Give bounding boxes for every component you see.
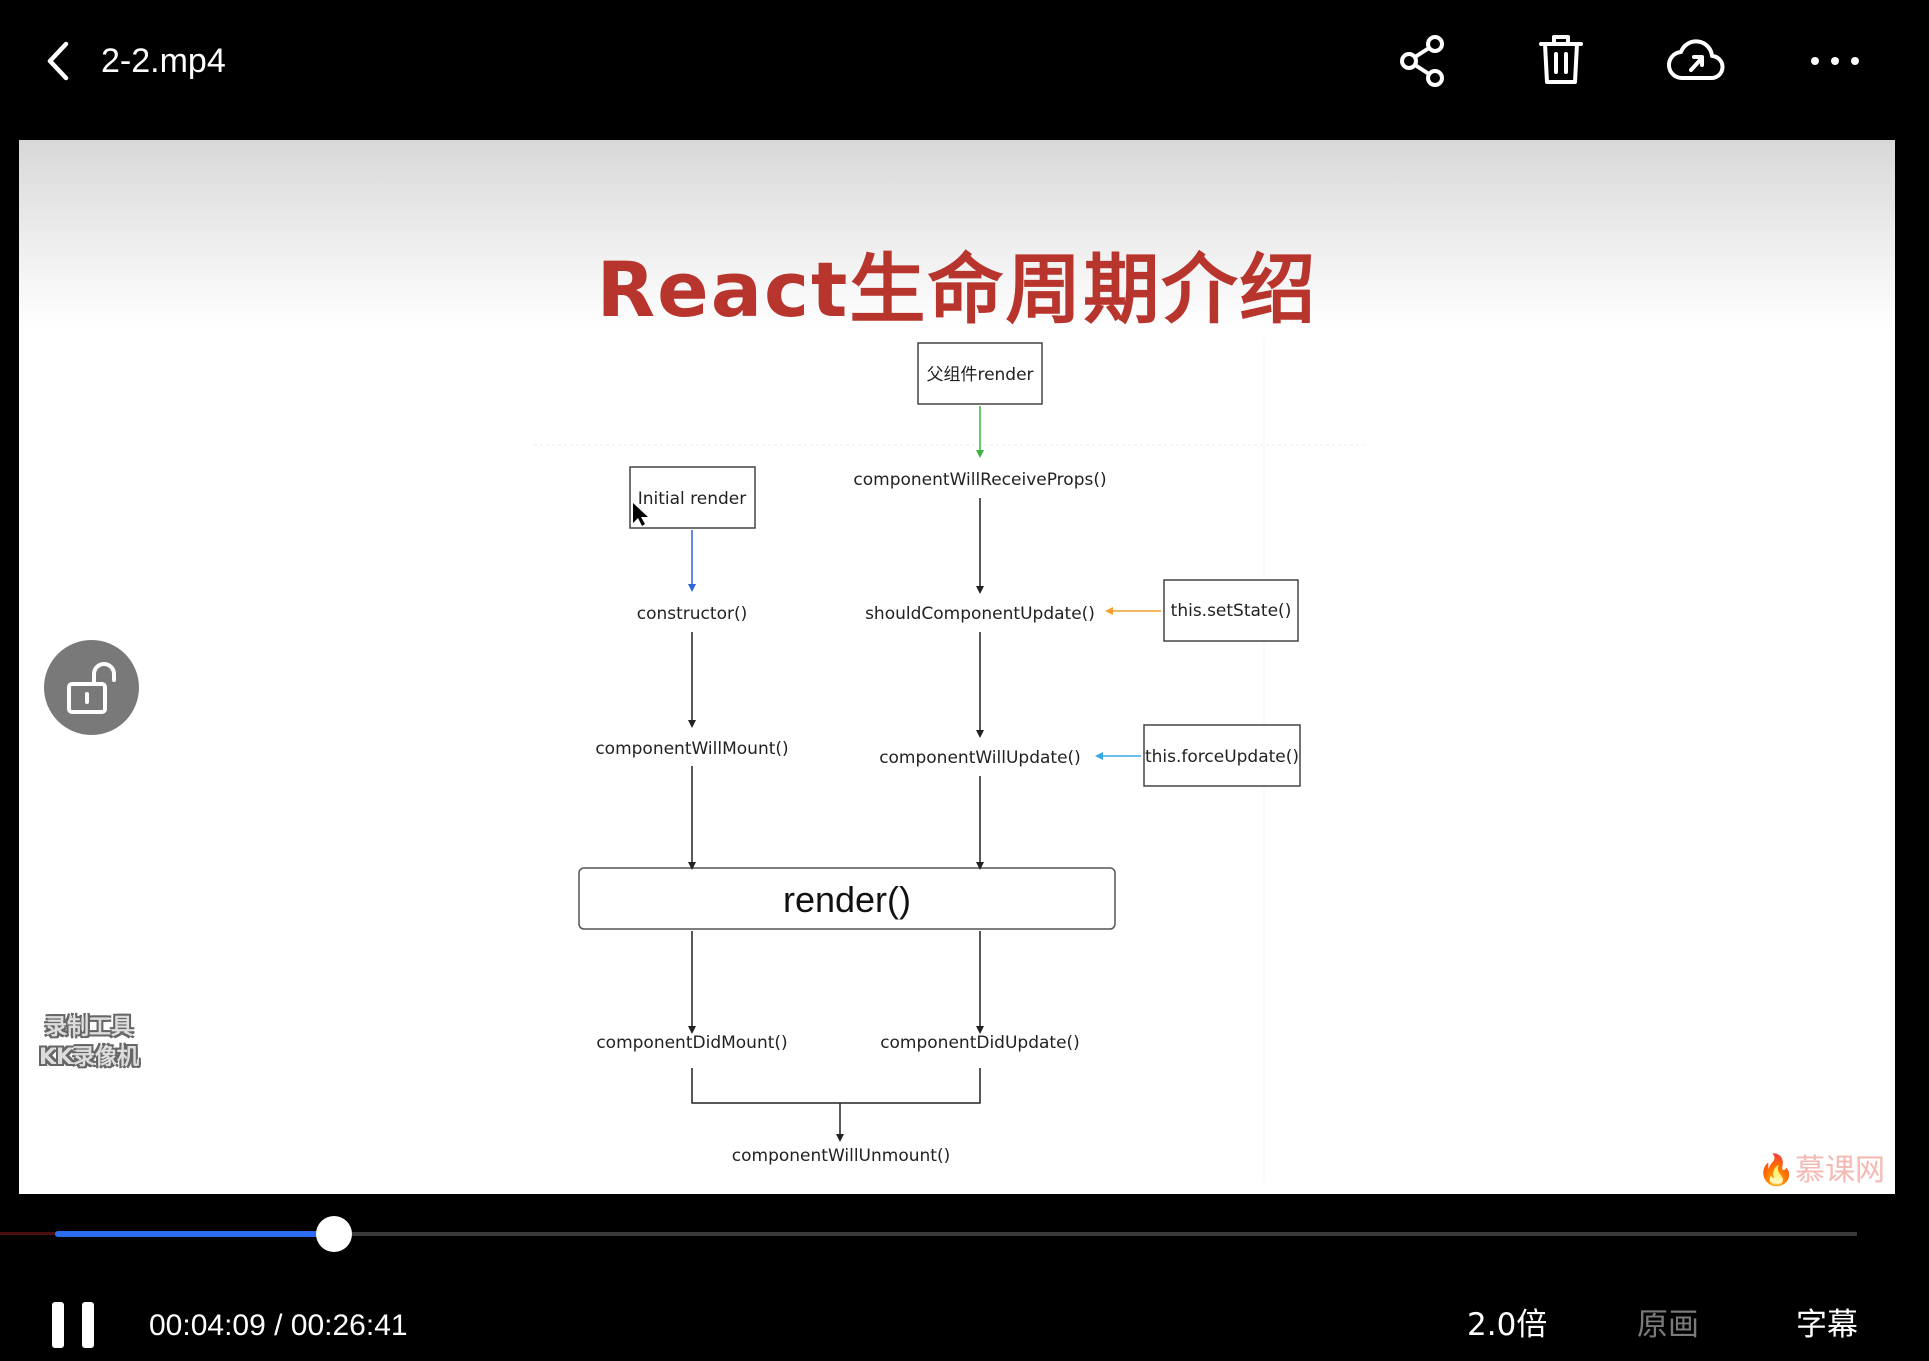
subtitles-button[interactable]: 字幕: [1796, 1304, 1858, 1346]
force-update-label: this.forceUpdate(): [1145, 747, 1299, 767]
time-display: 00:04:09 / 00:26:41: [149, 1306, 408, 1346]
flame-icon: 🔥: [1757, 1153, 1795, 1188]
progress-buffer-edge: [0, 1232, 55, 1235]
should-update-label: shouldComponentUpdate(): [865, 604, 1095, 624]
lifecycle-diagram: 父组件render Initial render this.setState()…: [534, 340, 1364, 1180]
will-receive-props-label: componentWillReceiveProps(): [853, 470, 1106, 490]
current-time: 00:04:09: [149, 1309, 266, 1342]
pause-icon[interactable]: [52, 1302, 96, 1348]
unlock-icon: [67, 662, 116, 714]
top-bar: [0, 0, 1929, 140]
share-icon[interactable]: [1393, 30, 1453, 92]
video-frame[interactable]: React生命周期介绍 父组件render Initial render thi…: [19, 140, 1895, 1194]
watermark-line-1: 录制工具: [44, 1015, 133, 1040]
time-separator: /: [265, 1309, 291, 1342]
connectors: [691, 406, 1161, 1136]
trash-icon[interactable]: [1531, 30, 1591, 92]
quality-button[interactable]: 原画: [1637, 1304, 1699, 1346]
progress-thumb[interactable]: [316, 1216, 352, 1252]
will-update-label: componentWillUpdate(): [879, 748, 1081, 768]
initial-render-label: Initial render: [638, 489, 747, 509]
recorder-watermark: 录制工具 KK录像机: [19, 1013, 159, 1073]
cloud-upload-icon[interactable]: [1666, 30, 1726, 92]
render-label: render(): [783, 879, 911, 920]
speed-button[interactable]: 2.0倍: [1467, 1304, 1547, 1346]
set-state-label: this.setState(): [1171, 601, 1292, 621]
chevron-left-icon[interactable]: [40, 36, 80, 86]
imooc-watermark-text: 慕课网: [1795, 1153, 1885, 1188]
imooc-watermark: 🔥慕课网: [1758, 1145, 1885, 1189]
did-update-label: componentDidUpdate(): [880, 1033, 1080, 1053]
did-mount-label: componentDidMount(): [596, 1033, 787, 1053]
watermark-line-2: KK录像机: [38, 1045, 140, 1070]
file-title: 2-2.mp4: [101, 42, 226, 80]
screen-lock-button[interactable]: [44, 640, 139, 735]
will-mount-label: componentWillMount(): [595, 739, 788, 759]
total-time: 00:26:41: [290, 1309, 408, 1342]
constructor-label: constructor(): [637, 604, 747, 624]
progress-fill: [55, 1231, 334, 1237]
will-unmount-label: componentWillUnmount(): [732, 1146, 950, 1166]
parent-render-label: 父组件render: [926, 365, 1033, 385]
more-icon[interactable]: [1805, 30, 1865, 92]
